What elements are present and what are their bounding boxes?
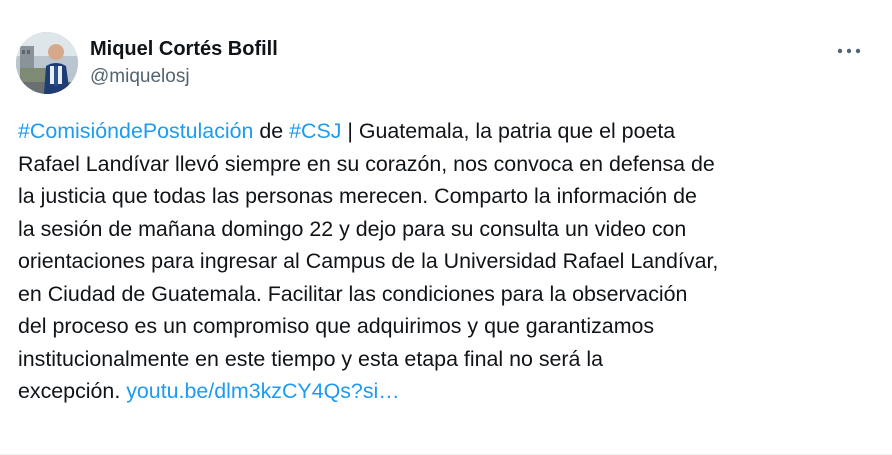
tweet-text: #ComisióndePostulación de #CSJ | Guatema… — [18, 115, 868, 408]
hashtag-csj[interactable]: #CSJ — [289, 119, 341, 143]
youtube-link[interactable]: youtu.be/dlm3kzCY4Qs?si… — [126, 379, 399, 403]
avatar[interactable] — [16, 32, 78, 94]
more-dots-icon — [837, 48, 861, 54]
handle[interactable]: @miquelosj — [90, 65, 278, 89]
tweet-text-segment: | Guatemala, la patria que el poeta Rafa… — [18, 119, 719, 403]
tweet-header: Miquel Cortés Bofill @miquelosj — [16, 32, 876, 94]
profile-photo-icon — [16, 32, 78, 94]
author-names[interactable]: Miquel Cortés Bofill @miquelosj — [90, 37, 278, 89]
hashtag-comision[interactable]: #ComisióndePostulación — [18, 119, 253, 143]
tweet-text-segment: de — [253, 119, 290, 143]
tweet[interactable]: Miquel Cortés Bofill @miquelosj #Comisió… — [0, 0, 892, 455]
more-button[interactable] — [832, 34, 866, 68]
display-name[interactable]: Miquel Cortés Bofill — [90, 37, 278, 61]
